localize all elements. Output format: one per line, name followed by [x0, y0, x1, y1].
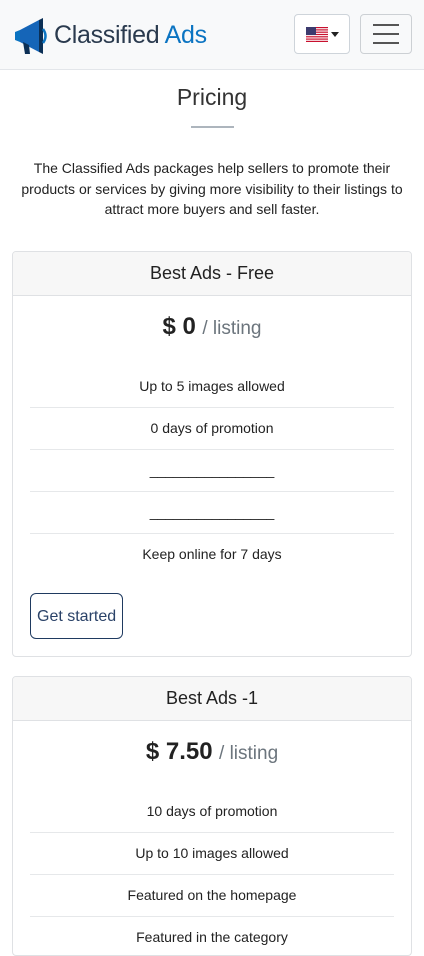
feature-item: ________________ [30, 450, 394, 492]
feature-list: 10 days of promotion Up to 10 images all… [30, 791, 394, 955]
logo-word-ads: Ads [164, 20, 207, 49]
megaphone-icon [15, 18, 47, 54]
chevron-down-icon [330, 31, 339, 37]
hamburger-icon-bar [373, 42, 399, 44]
feature-list: Up to 5 images allowed 0 days of promoti… [30, 366, 394, 575]
feature-item: 0 days of promotion [30, 408, 394, 450]
pricing-card-free: Best Ads - Free $ 0 / listing Up to 5 im… [12, 251, 412, 657]
navbar: Classified Ads [0, 0, 424, 70]
get-started-button[interactable]: Get started [30, 593, 124, 639]
feature-item: ________________ [30, 492, 394, 534]
price-amount: $ 0 [162, 313, 196, 340]
feature-item: 10 days of promotion [30, 791, 394, 833]
card-header: Best Ads -1 [13, 677, 411, 721]
logo-word-classified: Classified [54, 20, 160, 49]
language-selector-button[interactable] [294, 14, 350, 54]
feature-item: Featured on the homepage [30, 875, 394, 917]
page-title: Pricing [176, 84, 248, 110]
site-logo[interactable]: Classified Ads [12, 14, 207, 56]
hamburger-icon-bar [373, 24, 399, 26]
feature-item: Featured in the category [136, 929, 288, 945]
menu-toggle-button[interactable] [360, 14, 412, 54]
feature-item: Up to 10 images allowed [30, 833, 394, 875]
title-divider [191, 126, 234, 128]
pricing-card-best-ads-1: Best Ads -1 $ 7.50 / listing 10 days of … [12, 676, 412, 956]
price-unit: / listing [219, 743, 279, 764]
price-unit: / listing [202, 318, 262, 339]
price: $ 0 / listing [13, 310, 411, 344]
feature-item: Keep online for 7 days [142, 546, 282, 562]
card-header: Best Ads - Free [13, 252, 411, 296]
intro-text: The Classified Ads packages help sellers… [21, 160, 403, 217]
price: $ 7.50 / listing [13, 735, 411, 769]
logo-text: Classified Ads [54, 21, 207, 50]
hamburger-icon-bar [373, 33, 399, 35]
price-amount: $ 7.50 [145, 738, 213, 765]
feature-item: Up to 5 images allowed [30, 366, 394, 408]
us-flag-icon [305, 26, 328, 42]
